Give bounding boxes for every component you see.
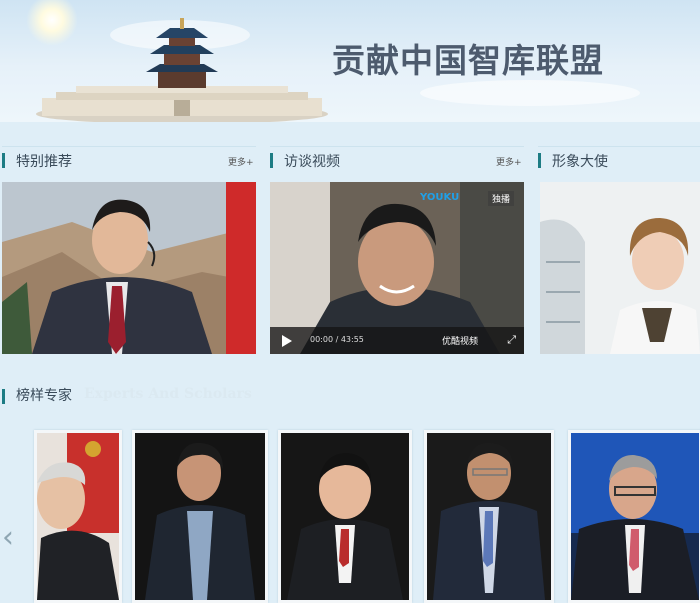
expert-photo (135, 433, 265, 600)
divider (538, 146, 700, 147)
section-accent-bar (2, 153, 5, 168)
ambassador-portrait (540, 182, 700, 354)
youku-logo: YOUKU (420, 192, 460, 203)
expert-card[interactable] (424, 430, 554, 603)
chevron-left-icon[interactable]: ‹ (2, 520, 14, 555)
exclusive-badge: 独播 (488, 191, 515, 206)
temple-of-heaven-image (36, 18, 328, 122)
video-provider[interactable]: 优酷视频 (442, 334, 478, 347)
featured-photo[interactable] (2, 182, 256, 354)
site-banner: 贡献中国智库联盟 (0, 0, 700, 122)
divider (2, 146, 256, 147)
ambassador-photo[interactable] (540, 182, 700, 354)
section-title: 访谈视频 (284, 154, 340, 170)
section-title: 特别推荐 (16, 154, 72, 170)
expert-photo (427, 433, 551, 600)
experts-section-subtitle: Experts And Scholars (84, 386, 252, 402)
expert-card[interactable] (132, 430, 268, 603)
expert-card[interactable] (278, 430, 412, 603)
section-accent-bar (538, 153, 541, 168)
video-time: 00:00 / 43:55 (310, 335, 364, 344)
expert-photo (281, 433, 409, 600)
section-featured-header: 特别推荐 更多+ (2, 149, 256, 173)
section-ambassador-header: 形象大使 (538, 149, 700, 173)
experts-section-title: 榜样专家 (16, 388, 72, 404)
expert-photo (37, 433, 119, 600)
section-interviews-header: 访谈视频 更多+ (270, 149, 524, 173)
cloud-decoration (420, 80, 640, 106)
interview-video-player[interactable]: YOUKU 独播 00:00 / 43:55 优酷视频 ⤢ (270, 182, 524, 354)
video-control-bar: 00:00 / 43:55 优酷视频 ⤢ (270, 327, 524, 354)
expert-card[interactable] (568, 430, 700, 603)
divider (270, 146, 524, 147)
speaker-photo (2, 182, 256, 354)
more-link[interactable]: 更多+ (496, 155, 522, 168)
fullscreen-icon[interactable]: ⤢ (507, 333, 516, 347)
more-link[interactable]: 更多+ (228, 155, 254, 168)
expert-card[interactable] (34, 430, 122, 603)
expert-photo (571, 433, 699, 600)
banner-title: 贡献中国智库联盟 (332, 41, 604, 80)
play-icon[interactable] (282, 335, 292, 347)
section-title: 形象大使 (552, 154, 608, 170)
section-accent-bar (270, 153, 273, 168)
section-accent-bar (2, 389, 5, 404)
